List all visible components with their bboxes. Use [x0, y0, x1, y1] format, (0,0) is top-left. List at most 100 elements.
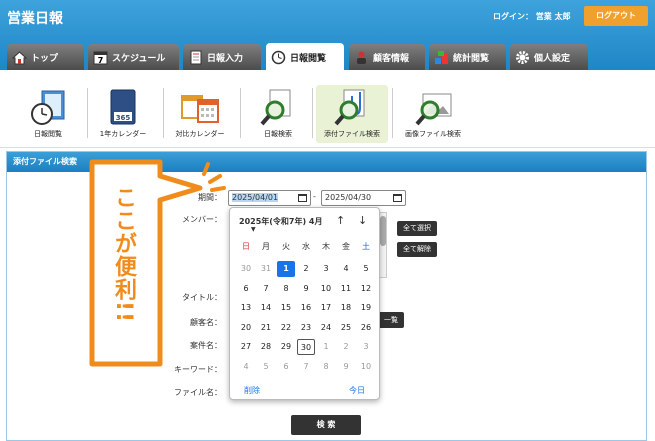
tab-label: トップ — [31, 53, 59, 64]
gear-icon — [514, 49, 531, 66]
calendar-day[interactable]: 7 — [257, 281, 275, 297]
calendar-day[interactable]: 12 — [357, 281, 375, 297]
calendar-day[interactable]: 10 — [317, 281, 335, 297]
clear-all-button[interactable]: 全て解除 — [397, 242, 437, 257]
calendar-day[interactable]: 2 — [297, 261, 315, 277]
calendar-day[interactable]: 27 — [237, 339, 255, 355]
calendar-day[interactable]: 4 — [237, 359, 255, 375]
calendar-day[interactable]: 30 — [297, 339, 315, 356]
calendar-day[interactable]: 9 — [337, 359, 355, 375]
calendar-day[interactable]: 1 — [277, 261, 295, 277]
calendar-day[interactable]: 30 — [237, 261, 255, 277]
tab-report-input[interactable]: 日報入力 — [183, 44, 261, 70]
calendar-day[interactable]: 1 — [317, 339, 335, 355]
subnav-label: 1年カレンダー — [99, 130, 147, 138]
svg-text:7: 7 — [98, 56, 104, 65]
calendar-day[interactable]: 13 — [237, 300, 255, 316]
tab-customer[interactable]: 顧客情報 — [349, 44, 425, 70]
subnav-report-view[interactable]: 日報閲覧 — [18, 85, 78, 143]
calendar-picker-icon[interactable] — [393, 194, 402, 202]
logout-button[interactable]: ログアウト — [584, 6, 648, 26]
calendar-day[interactable]: 8 — [317, 359, 335, 375]
subnav-image-search[interactable]: 画像ファイル検索 — [398, 85, 468, 143]
calendar-clear-button[interactable]: 削除 — [244, 385, 260, 396]
callout-text: ここが便利!! — [111, 186, 136, 324]
calendar-day[interactable]: 16 — [297, 300, 315, 316]
calendar-day[interactable]: 14 — [257, 300, 275, 316]
tab-top[interactable]: トップ — [7, 44, 84, 70]
tab-stats[interactable]: 統計閲覧 — [429, 44, 506, 70]
attachment-search-icon — [332, 88, 372, 128]
calendar-day[interactable]: 6 — [237, 281, 255, 297]
calendar-icon: 7 — [92, 49, 109, 66]
tab-report-view[interactable]: 日報閲覧 — [266, 43, 344, 71]
calendar-day[interactable]: 3 — [317, 261, 335, 277]
calendar-day[interactable]: 19 — [357, 300, 375, 316]
calendar-day[interactable]: 17 — [317, 300, 335, 316]
subnav-label: 画像ファイル検索 — [405, 130, 461, 138]
calendar-month-title[interactable]: 2025年(令和7年) 4月 ▼ — [239, 216, 323, 233]
member-list-scrollbar[interactable] — [379, 212, 387, 278]
tab-settings[interactable]: 個人設定 — [510, 44, 588, 70]
weekday-header: 金 — [342, 242, 350, 251]
divider — [392, 88, 393, 138]
calendar-day[interactable]: 24 — [317, 320, 335, 336]
weekday-header: 火 — [282, 242, 290, 251]
calendar-day[interactable]: 9 — [297, 281, 315, 297]
calendar-day[interactable]: 11 — [337, 281, 355, 297]
login-user: 営業 太郎 — [535, 12, 571, 21]
date-from-value: 2025/04/01 — [232, 193, 279, 202]
subnav-label: 添付ファイル検索 — [324, 130, 380, 138]
calendar-day[interactable]: 29 — [277, 339, 295, 355]
calendar-day[interactable]: 5 — [357, 261, 375, 277]
magnifier-icon — [258, 88, 298, 128]
calendar-day[interactable]: 7 — [297, 359, 315, 375]
scroll-thumb[interactable] — [380, 216, 386, 246]
calendar-today-button[interactable]: 今日 — [349, 385, 365, 396]
calendar-day[interactable]: 3 — [357, 339, 375, 355]
divider — [87, 88, 88, 138]
login-info: ログイン： 営業 太郎 — [493, 11, 571, 22]
date-picker-popup: 2025年(令和7年) 4月 ▼ ↑ ↓ 削除 今日 日月火水木金土 30 31 1 2 3… — [229, 207, 380, 400]
tab-label: 個人設定 — [534, 53, 571, 64]
weekday-header: 日 — [242, 242, 250, 251]
divider — [312, 88, 313, 138]
calendar-day[interactable]: 21 — [257, 320, 275, 336]
calendar-day[interactable]: 2 — [337, 339, 355, 355]
calendar-day[interactable]: 6 — [277, 359, 295, 375]
month-title-text: 2025年(令和7年) 4月 — [239, 217, 323, 226]
calendar-day[interactable]: 10 — [357, 359, 375, 375]
calendar-day[interactable]: 22 — [277, 320, 295, 336]
subnav-report-search[interactable]: 日報検索 — [248, 85, 308, 143]
calendar-day[interactable]: 31 — [257, 261, 275, 277]
calendar-day[interactable]: 28 — [257, 339, 275, 355]
calendar-day[interactable]: 23 — [297, 320, 315, 336]
search-button[interactable]: 検 索 — [291, 415, 361, 435]
calendar-picker-icon[interactable] — [298, 194, 307, 202]
subnav-year-calendar[interactable]: 365 1年カレンダー — [92, 85, 154, 143]
tab-label: 日報閲覧 — [290, 53, 327, 64]
date-from-input[interactable]: 2025/04/01 — [228, 190, 311, 206]
prev-month-arrow-icon[interactable]: ↑ — [336, 214, 345, 227]
weekday-header: 水 — [302, 242, 310, 251]
subnav-label: 日報検索 — [264, 130, 292, 138]
calendar-day[interactable]: 25 — [337, 320, 355, 336]
subnav-compare-calendar[interactable]: 対比カレンダー — [168, 85, 232, 143]
calendar-day[interactable]: 20 — [237, 320, 255, 336]
calendar-day[interactable]: 18 — [337, 300, 355, 316]
calendar-day[interactable]: 4 — [337, 261, 355, 277]
tab-label: スケジュール — [112, 53, 166, 64]
subnav-attachment-search[interactable]: 添付ファイル検索 — [316, 85, 388, 143]
customer-icon — [353, 49, 370, 66]
image-search-icon — [413, 88, 453, 128]
date-to-input[interactable]: 2025/04/30 — [321, 190, 406, 206]
next-month-arrow-icon[interactable]: ↓ — [358, 214, 367, 227]
calendar-day[interactable]: 8 — [277, 281, 295, 297]
calendar-day[interactable]: 26 — [357, 320, 375, 336]
select-all-button[interactable]: 全て選択 — [397, 221, 437, 236]
customer-list-button[interactable]: 一覧 — [378, 312, 404, 328]
calendar-day[interactable]: 5 — [257, 359, 275, 375]
tab-schedule[interactable]: 7 スケジュール — [88, 44, 179, 70]
calendar-day[interactable]: 15 — [277, 300, 295, 316]
year-calendar-icon: 365 — [103, 88, 143, 128]
